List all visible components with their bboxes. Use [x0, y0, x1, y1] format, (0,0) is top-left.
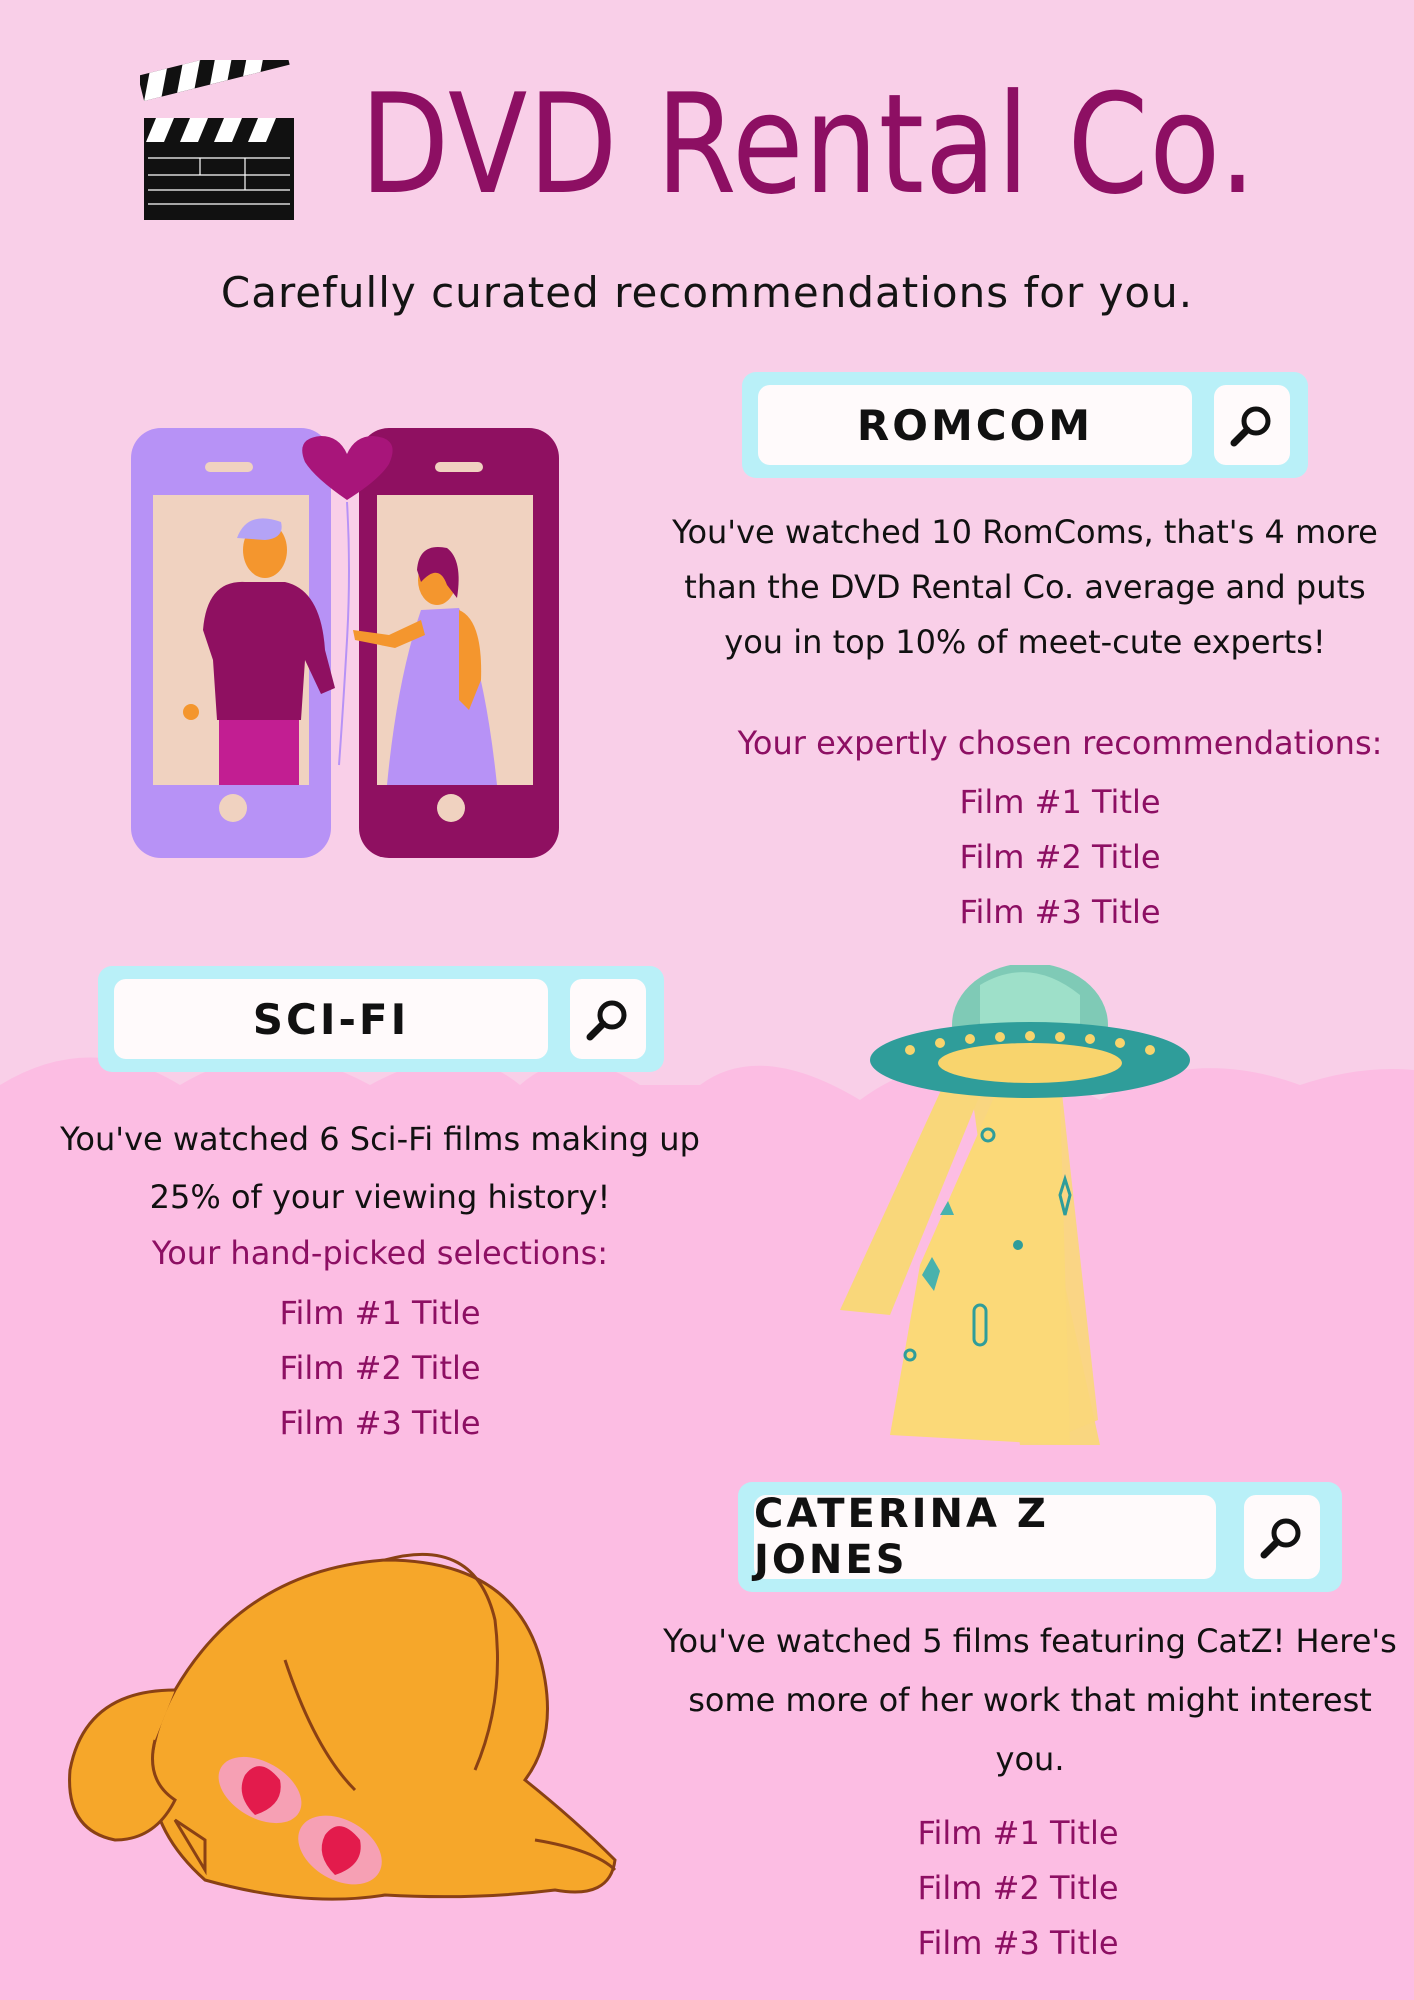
romcom-search-input[interactable]: ROMCOM: [758, 385, 1192, 465]
romcom-summary: You've watched 10 RomComs, that's 4 more…: [672, 513, 1378, 661]
film-link[interactable]: Film #1 Title: [818, 1806, 1218, 1861]
scifi-search-bar[interactable]: SCI-FI: [98, 966, 664, 1072]
film-link[interactable]: Film #1 Title: [860, 775, 1260, 830]
film-link[interactable]: Film #3 Title: [860, 885, 1260, 940]
romcom-film-list: Film #1 Title Film #2 Title Film #3 Titl…: [860, 775, 1260, 940]
search-icon: [586, 1000, 627, 1041]
romcom-search-button[interactable]: [1214, 385, 1290, 465]
scifi-recommendations-heading: Your hand-picked selections:: [151, 1234, 609, 1272]
film-link[interactable]: Film #1 Title: [180, 1286, 580, 1341]
actor-summary: You've watched 5 films featuring CatZ! H…: [663, 1622, 1397, 1778]
film-link[interactable]: Film #2 Title: [180, 1341, 580, 1396]
actor-search-button[interactable]: [1244, 1495, 1320, 1579]
scifi-search-input[interactable]: SCI-FI: [114, 979, 548, 1059]
film-link[interactable]: Film #2 Title: [818, 1861, 1218, 1916]
scifi-film-list: Film #1 Title Film #2 Title Film #3 Titl…: [180, 1286, 580, 1451]
phone-couple-illustration: [131, 428, 559, 858]
film-link[interactable]: Film #3 Title: [180, 1396, 580, 1451]
search-icon: [1260, 1518, 1301, 1559]
cat-illustration: [68, 1552, 617, 1901]
romcom-search-bar[interactable]: ROMCOM: [742, 372, 1308, 478]
romcom-recommendations-heading: Your expertly chosen recommendations:: [737, 724, 1383, 762]
film-link[interactable]: Film #2 Title: [860, 830, 1260, 885]
actor-search-input[interactable]: CATERINA Z JONES: [754, 1491, 1216, 1583]
film-link[interactable]: Film #3 Title: [818, 1916, 1218, 1971]
search-icon: [1230, 406, 1271, 447]
ufo-illustration: [840, 965, 1190, 1445]
brand-title: DVD Rental Co.: [360, 64, 1257, 225]
actor-film-list: Film #1 Title Film #2 Title Film #3 Titl…: [818, 1806, 1218, 1971]
poster: DVD Rental Co. Carefully curated recomme…: [0, 0, 1414, 2000]
clapperboard-icon: [140, 60, 294, 220]
scifi-summary: You've watched 6 Sci-Fi films making up …: [60, 1120, 700, 1216]
tagline: Carefully curated recommendations for yo…: [220, 268, 1194, 317]
actor-search-bar[interactable]: CATERINA Z JONES: [738, 1482, 1342, 1592]
scifi-search-button[interactable]: [570, 979, 646, 1059]
